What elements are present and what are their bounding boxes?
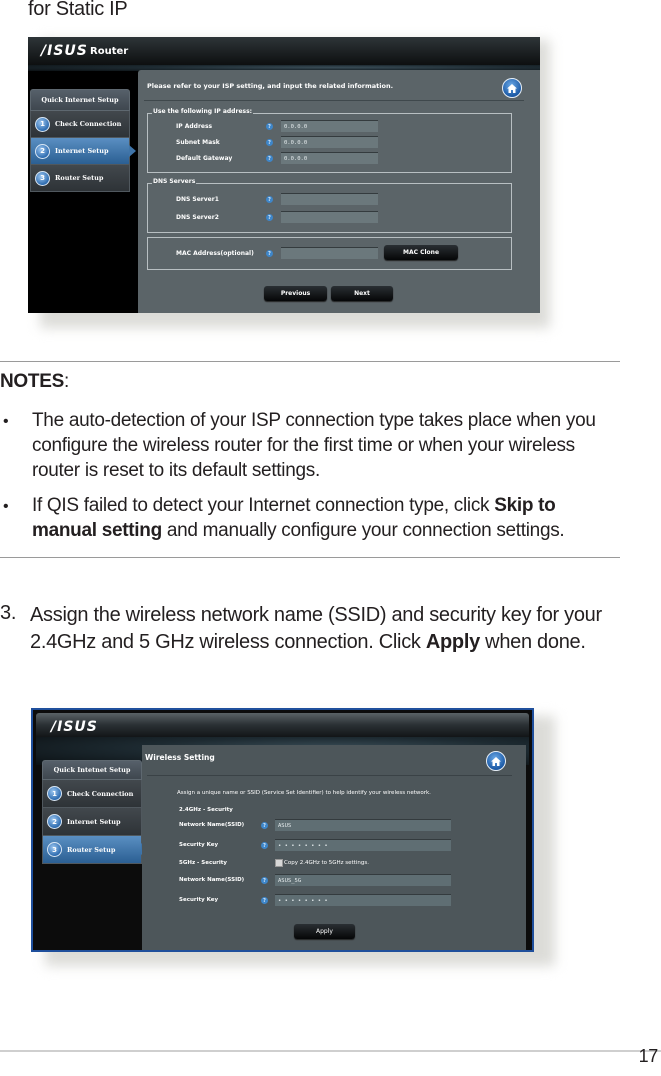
sidebar-title: Quick Intetnet Setup xyxy=(42,760,142,780)
help-icon[interactable]: ? xyxy=(266,250,273,257)
security-key-5-input[interactable]: • • • • • • • • xyxy=(275,894,451,906)
instruction-text: Please refer to your ISP setting, and in… xyxy=(147,82,394,90)
fieldset-legend: Use the following IP address: xyxy=(152,108,254,115)
ssid-5-label: Network Name(SSID) xyxy=(179,877,245,883)
sidebar-item-label: Internet Setup xyxy=(67,817,121,826)
dns-server2-input[interactable] xyxy=(281,211,378,223)
default-gateway-label: Default Gateway xyxy=(176,155,233,162)
sidebar-item-router-setup[interactable]: 3 Router Setup xyxy=(42,836,148,864)
wireless-setting-title: Wireless Setting xyxy=(145,753,215,762)
subnet-mask-input[interactable]: 0.0.0.0 xyxy=(281,136,378,148)
divider xyxy=(144,100,524,101)
apply-keyword: Apply xyxy=(425,631,480,653)
notes-colon: : xyxy=(63,371,69,392)
sidebar-item-label: Router Setup xyxy=(55,174,104,182)
copy-settings-checkbox[interactable] xyxy=(275,859,283,867)
sidebar-item-label: Check Connection xyxy=(55,120,122,128)
router-header xyxy=(36,713,529,737)
sidebar-item-router-setup[interactable]: 3 Router Setup xyxy=(30,165,130,192)
help-icon[interactable]: ? xyxy=(261,897,268,904)
security-key-24-input[interactable]: • • • • • • • • xyxy=(275,839,451,851)
step-number-icon: 1 xyxy=(35,116,50,132)
sidebar-item-internet-setup[interactable]: 2 Internet Setup xyxy=(42,808,142,836)
page-number: 17 xyxy=(638,1046,659,1066)
help-icon[interactable]: ? xyxy=(266,123,273,130)
notes-heading: NOTES: xyxy=(0,371,69,393)
notes-top-rule xyxy=(0,361,620,362)
sidebar-item-label: Internet Setup xyxy=(55,147,109,155)
dns-servers-fieldset: DNS Servers DNS Server1 ? DNS Server2 ? xyxy=(147,178,512,233)
note-text-post: and manually configure your connection s… xyxy=(161,520,565,541)
band-5ghz-label: 5GHz - Security xyxy=(179,860,227,866)
help-icon[interactable]: ? xyxy=(266,155,273,162)
dns-server1-label: DNS Server1 xyxy=(176,196,219,203)
apply-button[interactable]: Apply xyxy=(294,924,355,939)
step-number: 3. xyxy=(0,602,17,624)
instruction-text: Assign a unique name or SSID (Service Se… xyxy=(177,790,431,796)
note-item: If QIS failed to detect your Internet co… xyxy=(32,493,622,543)
help-icon[interactable]: ? xyxy=(261,822,268,829)
ip-address-label: IP Address xyxy=(176,123,213,130)
notes-bottom-rule xyxy=(0,557,620,558)
step-text: Assign the wireless network name (SSID) … xyxy=(30,602,630,656)
subnet-mask-label: Subnet Mask xyxy=(176,139,220,146)
home-icon[interactable] xyxy=(486,751,506,771)
band-24ghz-label: 2.4GHz - Security xyxy=(179,807,233,813)
bullet-icon: • xyxy=(3,413,9,430)
copy-settings-label: Copy 2.4GHz to 5GHz settings. xyxy=(284,860,369,866)
content-panel: Please refer to your ISP setting, and in… xyxy=(138,70,540,313)
ssid-5-input[interactable]: ASUS_5G xyxy=(275,874,451,886)
sidebar-item-label: Check Connection xyxy=(67,789,134,798)
section-caption: for Static IP xyxy=(28,0,128,20)
qis-sidebar: Quick Intetnet Setup 1 Check Connection … xyxy=(42,760,148,864)
ssid-24-input[interactable]: ASUS xyxy=(275,819,451,831)
bullet-icon: • xyxy=(3,498,9,515)
static-ip-screenshot: /ISUS Router Quick Internet Setup 1 Chec… xyxy=(28,37,540,313)
notes-title: NOTES xyxy=(0,371,64,392)
sidebar-title: Quick Internet Setup xyxy=(30,89,130,111)
ip-address-fieldset: Use the following IP address: IP Address… xyxy=(147,108,512,173)
note-text-pre: If QIS failed to detect your Internet co… xyxy=(32,495,495,516)
sidebar-item-label: Router Setup xyxy=(67,845,116,854)
default-gateway-input[interactable]: 0.0.0.0 xyxy=(281,152,378,164)
wireless-setting-screenshot: /ISUS Quick Intetnet Setup 1 Check Conne… xyxy=(31,708,534,952)
mac-clone-button[interactable]: MAC Clone xyxy=(384,245,458,260)
dns-server1-input[interactable] xyxy=(281,193,378,205)
note-item: The auto-detection of your ISP connectio… xyxy=(32,410,596,481)
security-key-24-label: Security Key xyxy=(179,842,219,848)
mac-address-input[interactable] xyxy=(281,247,378,259)
sidebar-item-check-connection[interactable]: 1 Check Connection xyxy=(42,780,142,808)
step-text-post: when done. xyxy=(479,631,586,653)
help-icon[interactable]: ? xyxy=(261,877,268,884)
divider xyxy=(147,775,512,776)
help-icon[interactable]: ? xyxy=(266,196,273,203)
step-number-icon: 1 xyxy=(47,786,62,801)
previous-button[interactable]: Previous xyxy=(264,286,327,301)
mac-address-label: MAC Address(optional) xyxy=(176,250,254,257)
help-icon[interactable]: ? xyxy=(266,214,273,221)
footer-rule xyxy=(0,1050,661,1052)
app-name: Router xyxy=(90,46,129,57)
next-button[interactable]: Next xyxy=(331,286,393,301)
home-icon[interactable] xyxy=(502,78,522,98)
sidebar-item-internet-setup[interactable]: 2 Internet Setup xyxy=(30,138,136,165)
help-icon[interactable]: ? xyxy=(266,139,273,146)
step-number-icon: 2 xyxy=(47,814,62,829)
mac-address-fieldset: MAC Address(optional) ? MAC Clone xyxy=(147,237,512,270)
asus-logo: /ISUS xyxy=(51,719,98,735)
fieldset-legend: DNS Servers xyxy=(152,178,197,185)
qis-sidebar: Quick Internet Setup 1 Check Connection … xyxy=(30,89,136,192)
ssid-24-label: Network Name(SSID) xyxy=(179,822,245,828)
sidebar-item-check-connection[interactable]: 1 Check Connection xyxy=(30,111,130,138)
step-number-icon: 2 xyxy=(35,143,50,159)
asus-logo: /ISUS xyxy=(41,43,88,59)
dns-server2-label: DNS Server2 xyxy=(176,214,219,221)
step-number-icon: 3 xyxy=(47,842,62,857)
security-key-5-label: Security Key xyxy=(179,897,219,903)
step-number-icon: 3 xyxy=(35,170,50,186)
ip-address-input[interactable]: 0.0.0.0 xyxy=(281,120,378,132)
content-panel: Wireless Setting Assign a unique name or… xyxy=(142,745,526,950)
help-icon[interactable]: ? xyxy=(261,842,268,849)
